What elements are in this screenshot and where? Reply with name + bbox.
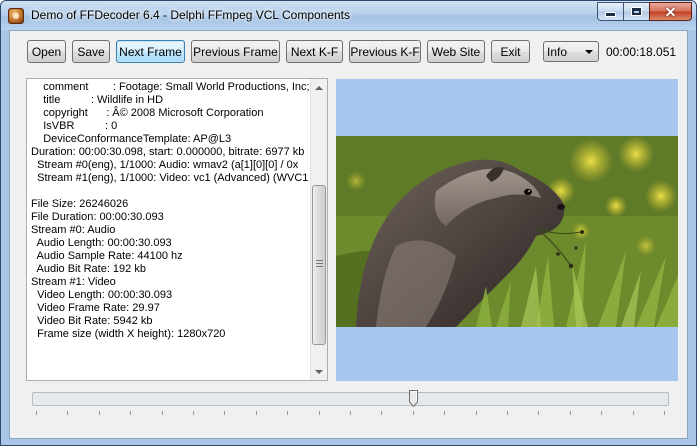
next-keyframe-button[interactable]: Next K-F bbox=[286, 40, 343, 63]
media-info-line: File Size: 26246026 bbox=[31, 198, 129, 210]
open-button[interactable]: Open bbox=[27, 40, 66, 63]
scroll-down-button[interactable] bbox=[311, 363, 327, 380]
media-info-line: copyright : Â© 2008 Microsoft Corporatio… bbox=[31, 107, 264, 119]
video-frame-image bbox=[336, 136, 678, 327]
media-info-line: Video Frame Rate: 29.97 bbox=[31, 302, 160, 314]
client-area: Open Save Next Frame Previous Frame Next… bbox=[9, 30, 688, 439]
save-button[interactable]: Save bbox=[72, 40, 110, 63]
chevron-up-icon bbox=[315, 85, 323, 90]
seek-tick bbox=[601, 411, 602, 415]
seek-tick bbox=[287, 411, 288, 415]
previous-keyframe-button[interactable]: Previous K-F bbox=[349, 40, 421, 63]
seek-tick bbox=[444, 411, 445, 415]
info-mode-select[interactable]: Info bbox=[543, 41, 599, 62]
seek-tick bbox=[193, 411, 194, 415]
media-info-line: Video Bit Rate: 5942 kb bbox=[31, 315, 153, 327]
seek-tick bbox=[570, 411, 571, 415]
minimize-icon bbox=[605, 12, 616, 17]
media-info-line: Stream #1(eng), 1/1000: Video: vc1 (Adva… bbox=[31, 172, 309, 184]
seek-tick bbox=[36, 411, 37, 415]
maximize-icon bbox=[631, 7, 642, 16]
seek-tick bbox=[67, 411, 68, 415]
media-info-line: Stream #0(eng), 1/1000: Audio: wmav2 (a[… bbox=[31, 159, 299, 171]
maximize-button[interactable] bbox=[623, 2, 649, 21]
next-frame-button[interactable]: Next Frame bbox=[116, 40, 185, 63]
seek-tick bbox=[350, 411, 351, 415]
title-bar[interactable]: Demo of FFDecoder 6.4 - Delphi FFmpeg VC… bbox=[1, 1, 696, 30]
seek-tick bbox=[413, 411, 414, 415]
media-info-memo[interactable]: comment : Footage: Small World Productio… bbox=[26, 78, 328, 381]
scroll-up-button[interactable] bbox=[311, 79, 327, 96]
seek-thumb[interactable] bbox=[409, 390, 418, 408]
previous-frame-button[interactable]: Previous Frame bbox=[191, 40, 280, 63]
app-icon[interactable] bbox=[8, 8, 24, 24]
close-button[interactable]: ✕ bbox=[649, 2, 692, 21]
memo-vertical-scrollbar[interactable] bbox=[310, 79, 327, 380]
media-info-line bbox=[31, 185, 311, 198]
media-info-line: title : Wildlife in HD bbox=[31, 94, 164, 106]
seek-tick bbox=[319, 411, 320, 415]
seek-tick bbox=[99, 411, 100, 415]
info-mode-value: Info bbox=[547, 44, 568, 59]
media-info-line: Audio Length: 00:00:30.093 bbox=[31, 237, 172, 249]
web-site-button[interactable]: Web Site bbox=[427, 40, 485, 63]
media-info-line: Audio Sample Rate: 44100 hz bbox=[31, 250, 183, 262]
thumb-grip bbox=[316, 260, 323, 261]
seek-tick bbox=[381, 411, 382, 415]
seek-tick bbox=[130, 411, 131, 415]
seek-tick bbox=[256, 411, 257, 415]
seek-thumb-shape bbox=[409, 390, 418, 408]
video-display-panel bbox=[336, 79, 678, 381]
media-info-line: Stream #1: Video bbox=[31, 276, 116, 288]
media-info-line: Frame size (width X height): 1280x720 bbox=[31, 328, 226, 340]
scroll-thumb[interactable] bbox=[312, 185, 326, 345]
current-time-label: 00:00:18.051 bbox=[606, 45, 677, 59]
media-info-line: DeviceConformanceTemplate: AP@L3 bbox=[31, 133, 232, 145]
exit-button[interactable]: Exit bbox=[491, 40, 530, 63]
toolbar: Open Save Next Frame Previous Frame Next… bbox=[10, 31, 689, 75]
seek-trackbar[interactable] bbox=[32, 390, 669, 420]
window-title: Demo of FFDecoder 6.4 - Delphi FFmpeg VC… bbox=[31, 8, 351, 22]
media-info-line: IsVBR : 0 bbox=[31, 120, 118, 132]
seek-tick bbox=[538, 411, 539, 415]
media-info-line: Video Length: 00:00:30.093 bbox=[31, 289, 173, 301]
seek-track[interactable] bbox=[32, 392, 669, 406]
thumb-grip bbox=[316, 263, 323, 264]
marmot-video-frame bbox=[336, 136, 678, 327]
media-info-line: comment : Footage: Small World Productio… bbox=[31, 81, 311, 93]
caption-buttons: ✕ bbox=[597, 2, 692, 21]
media-info-line: Duration: 00:00:30.098, start: 0.000000,… bbox=[31, 146, 305, 158]
seek-tick bbox=[633, 411, 634, 415]
media-info-line: Audio Bit Rate: 192 kb bbox=[31, 263, 146, 275]
seek-tick bbox=[224, 411, 225, 415]
thumb-grip bbox=[316, 266, 323, 267]
seek-tick bbox=[476, 411, 477, 415]
chevron-down-icon bbox=[315, 369, 323, 374]
seek-tick bbox=[507, 411, 508, 415]
media-info-line: Stream #0: Audio bbox=[31, 224, 116, 236]
chevron-down-icon[interactable] bbox=[585, 50, 593, 54]
seek-tick bbox=[664, 411, 665, 415]
close-icon: ✕ bbox=[664, 3, 677, 20]
media-info-text[interactable]: comment : Footage: Small World Productio… bbox=[31, 81, 311, 377]
minimize-button[interactable] bbox=[597, 2, 623, 21]
media-info-line: File Duration: 00:00:30.093 bbox=[31, 211, 164, 223]
seek-tick bbox=[162, 411, 163, 415]
app-window: Demo of FFDecoder 6.4 - Delphi FFmpeg VC… bbox=[0, 0, 697, 446]
